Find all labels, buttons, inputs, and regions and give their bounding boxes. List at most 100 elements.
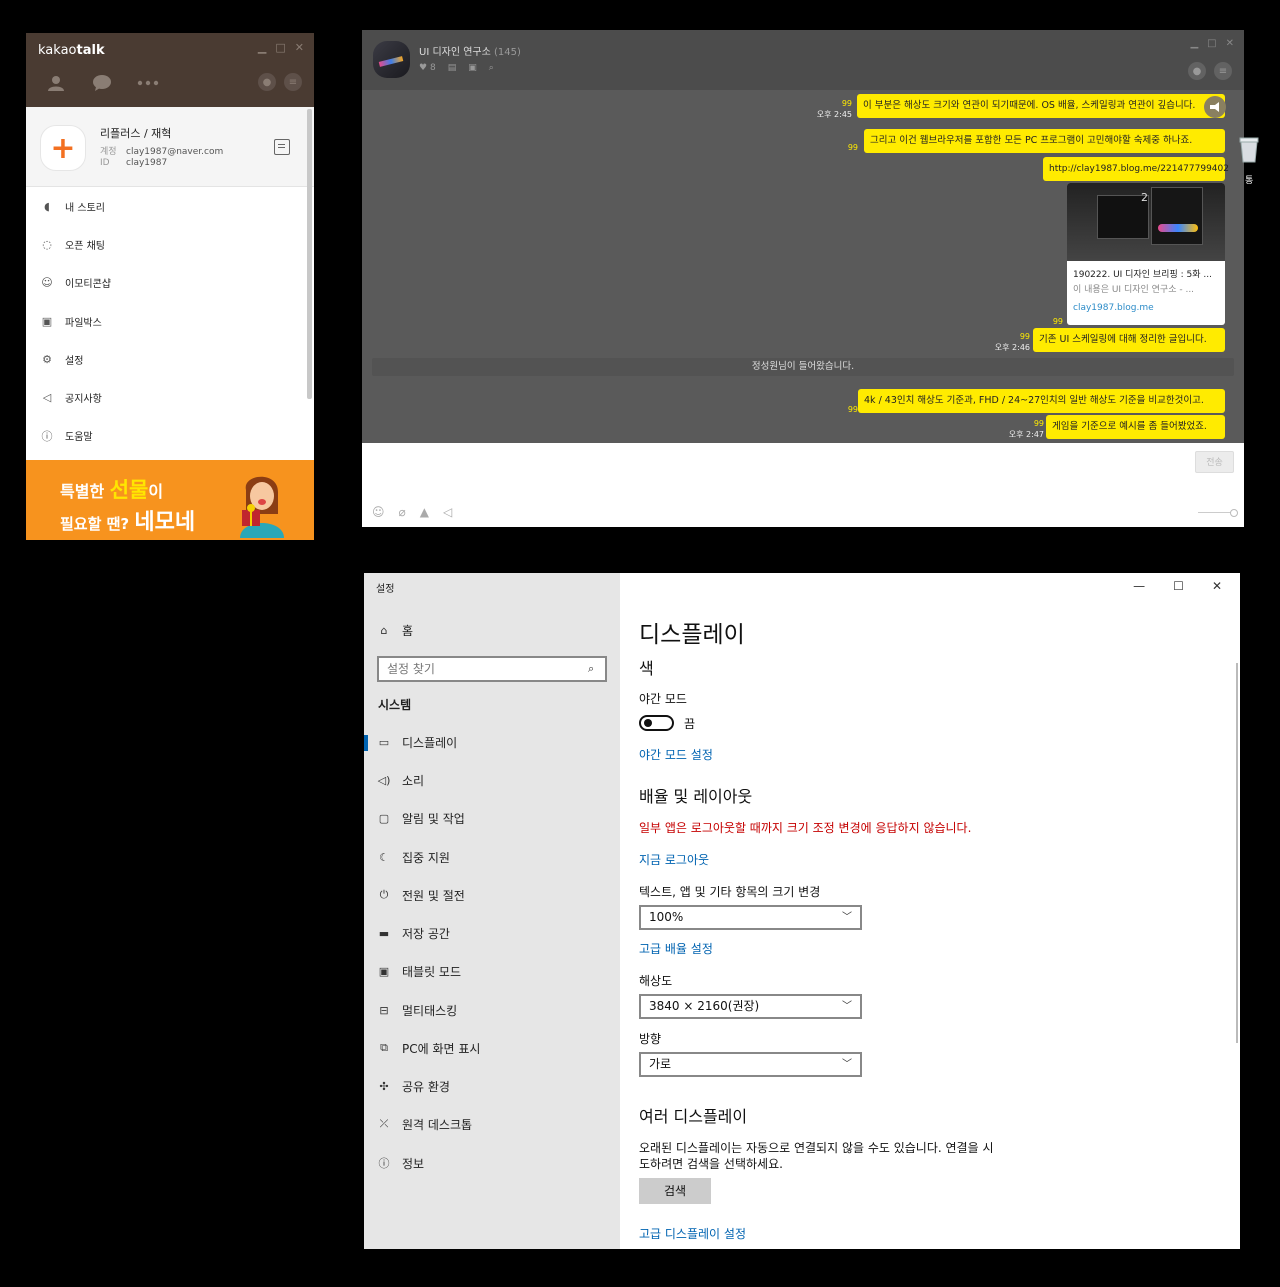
like-button[interactable]: ♥ 8	[419, 63, 436, 73]
message-meta: 99	[847, 405, 858, 414]
monitor-icon: ▭	[378, 735, 390, 749]
tab-chats[interactable]	[90, 71, 114, 95]
kakao-scrollbar[interactable]	[307, 109, 312, 399]
night-mode-settings-link[interactable]: 야간 모드 설정	[639, 746, 713, 763]
chat-room-title: UI 디자인 연구소 (145)	[419, 47, 521, 58]
remote-icon: ⤫	[379, 1117, 389, 1130]
megaphone-icon[interactable]: ◁	[443, 505, 452, 519]
bell-icon[interactable]: ●	[1188, 62, 1206, 80]
help-icon: ⓘ	[41, 429, 53, 443]
menu-item-story[interactable]: ◖ 내 스토리	[26, 187, 314, 225]
chat-bubble[interactable]: 그리고 이건 웹브라우저를 포함한 모든 PC 프로그램이 고민해야할 숙제중 …	[864, 129, 1225, 153]
chat-bubble[interactable]: 기존 UI 스케일링에 대해 정리한 글입니다.	[1033, 328, 1225, 352]
night-mode-toggle[interactable]	[639, 715, 674, 731]
advanced-display-link[interactable]: 고급 디스플레이 설정	[639, 1225, 746, 1242]
attach-icon[interactable]: ⌀	[399, 505, 406, 519]
nav-remote-desktop[interactable]: ⤫ 원격 데스크톱	[376, 1112, 472, 1136]
chat-room-avatar[interactable]	[373, 41, 410, 78]
advanced-scaling-link[interactable]: 고급 배율 설정	[639, 940, 713, 957]
logout-now-link[interactable]: 지금 로그아웃	[639, 851, 709, 868]
megaphone-icon: ◁	[42, 391, 52, 405]
close-icon[interactable]: ✕	[295, 41, 304, 54]
settings-scrollbar[interactable]	[1236, 663, 1238, 1043]
kakaotalk-main-window: kakaotalk ▁ □ ✕ ● ≡ + 리플러스 / 재혁 계정 clay19…	[26, 33, 314, 540]
detect-button[interactable]: 검색	[639, 1178, 711, 1204]
profile-account: clay1987@naver.com	[126, 147, 224, 157]
info-icon: ⓘ	[378, 1157, 390, 1170]
menu-item-open-chat[interactable]: ◌ 오픈 채팅	[26, 225, 314, 263]
album-icon[interactable]: ▣	[468, 63, 477, 73]
kakao-tabs	[44, 71, 160, 95]
multi-display-description: 오래된 디스플레이는 자동으로 연결되지 않을 수도 있습니다. 연결을 시도하…	[639, 1141, 994, 1171]
chat-header: UI 디자인 연구소 (145) ♥ 8 ▤ ▣ ⌕ ▁ □ ✕ ● ≡	[362, 30, 1244, 90]
menu-item-notice[interactable]: ◁ 공지사항	[26, 378, 314, 416]
menu-item-settings[interactable]: ⚙ 설정	[26, 340, 314, 378]
kakao-more-menu: ◖ 내 스토리 ◌ 오픈 채팅 ☺ 이모티콘샵 ▣ 파일박스 ⚙ 설정 ◁ 공지사항 ⓘ 도움…	[26, 187, 314, 455]
minimize-icon[interactable]: ▁	[1190, 38, 1198, 49]
orientation-dropdown[interactable]: 가로 ﹀	[639, 1052, 862, 1077]
tablet-icon: ▣	[378, 964, 390, 978]
menu-item-emoticon[interactable]: ☺ 이모티콘샵	[26, 264, 314, 302]
nav-focus-assist[interactable]: ☾ 집중 지원	[376, 845, 450, 869]
kakao-profile[interactable]: + 리플러스 / 재혁 계정 clay1987@naver.com ID clay1…	[26, 107, 314, 187]
profile-id: clay1987	[126, 158, 168, 168]
nav-tablet-mode[interactable]: ▣ 태블릿 모드	[376, 959, 461, 983]
tab-friends[interactable]	[44, 71, 68, 95]
heart-icon: ♥	[419, 63, 428, 73]
minimize-icon[interactable]: ▁	[258, 41, 266, 54]
close-icon[interactable]: ✕	[1226, 38, 1234, 49]
nav-shared-experiences[interactable]: ✣ 공유 환경	[376, 1074, 450, 1098]
resolution-dropdown[interactable]: 3840 × 2160(권장) ﹀	[639, 994, 862, 1019]
nav-display[interactable]: ▭ 디스플레이	[376, 730, 457, 754]
search-input[interactable]	[377, 656, 607, 682]
tab-more[interactable]	[136, 71, 160, 95]
chat-bubble[interactable]: 게임을 기준으로 예시를 좀 들어봤었죠.	[1046, 415, 1225, 439]
chevron-down-icon: ﹀	[842, 1001, 852, 1012]
nav-multitasking[interactable]: ⊟ 멀티태스킹	[376, 998, 457, 1022]
nav-notifications[interactable]: ▢ 알림 및 작업	[376, 806, 465, 830]
nav-home[interactable]: ⌂ 홈	[376, 618, 414, 642]
recycle-bin-icon[interactable]	[1238, 134, 1260, 164]
chat-bubble[interactable]: 이 부분은 해상도 크기와 연관이 되기때문에. OS 배율, 스케일링과 연관…	[857, 94, 1225, 118]
notes-icon[interactable]: ▤	[448, 63, 457, 73]
menu-icon[interactable]: ≡	[1214, 62, 1232, 80]
link-title: 190222. UI 디자인 브리핑 : 5화 ...	[1073, 270, 1212, 280]
color-heading: 색	[639, 659, 654, 678]
nav-power[interactable]: ⏻ 전원 및 절전	[376, 883, 465, 907]
maximize-icon[interactable]: □	[275, 41, 285, 54]
kakao-window-controls: ▁ □ ✕	[258, 41, 304, 54]
scale-dropdown[interactable]: 100% ﹀	[639, 905, 862, 930]
kakao-header-tools: ● ≡	[258, 73, 302, 91]
search-icon[interactable]: ⌕	[489, 63, 494, 73]
app-title: 설정	[376, 584, 395, 595]
send-button[interactable]: 전송	[1195, 451, 1234, 473]
nav-about[interactable]: ⓘ 정보	[376, 1151, 425, 1175]
image-icon[interactable]: ▲	[420, 505, 429, 519]
chat-bubble-link[interactable]: http://clay1987.blog.me/221477799402	[1043, 157, 1229, 181]
emoticon-icon[interactable]: ☺	[372, 505, 385, 519]
profile-account-row: 계정 clay1987@naver.com	[100, 147, 224, 157]
menu-item-filebox[interactable]: ▣ 파일박스	[26, 302, 314, 340]
message-input-area[interactable]: 전송 ☺ ⌀ ▲ ◁	[362, 443, 1244, 527]
ad-banner[interactable]: 특별한 선물이 필요할 땐? 네모네	[26, 460, 314, 540]
chat-bubble[interactable]: 4k / 43인치 해상도 기준과, FHD / 24~27인치의 일반 해상도…	[858, 389, 1225, 413]
avatar[interactable]: +	[40, 125, 86, 171]
opacity-slider[interactable]	[1198, 509, 1238, 517]
nav-projecting[interactable]: ⧉ PC에 화면 표시	[376, 1036, 480, 1060]
memo-icon[interactable]	[274, 139, 290, 155]
nav-sound[interactable]: ◁) 소리	[376, 768, 424, 792]
message-meta: 99	[1052, 317, 1063, 326]
nav-storage[interactable]: ▬ 저장 공간	[376, 921, 450, 945]
bell-icon[interactable]: ●	[258, 73, 276, 91]
link-preview-card[interactable]: 2 190222. UI 디자인 브리핑 : 5화 ... 이 내용은 UI 디…	[1067, 183, 1225, 325]
menu-icon[interactable]: ≡	[284, 73, 302, 91]
monitor-illustration	[1151, 187, 1203, 245]
layout-heading: 배율 및 레이아웃	[639, 787, 753, 806]
message-list[interactable]: 99 오후 2:45 이 부분은 해상도 크기와 연관이 되기때문에. OS 배율…	[362, 90, 1244, 501]
settings-content: 디스플레이 색 야간 모드 끔 야간 모드 설정 배율 및 레이아웃 일부 앱은…	[639, 573, 1239, 1249]
maximize-icon[interactable]: □	[1207, 38, 1216, 49]
chevron-down-icon: ﹀	[842, 1059, 852, 1070]
menu-item-help[interactable]: ⓘ 도움말	[26, 417, 314, 455]
announcement-icon[interactable]	[1204, 96, 1226, 118]
search-icon[interactable]: ⌕	[588, 662, 594, 676]
